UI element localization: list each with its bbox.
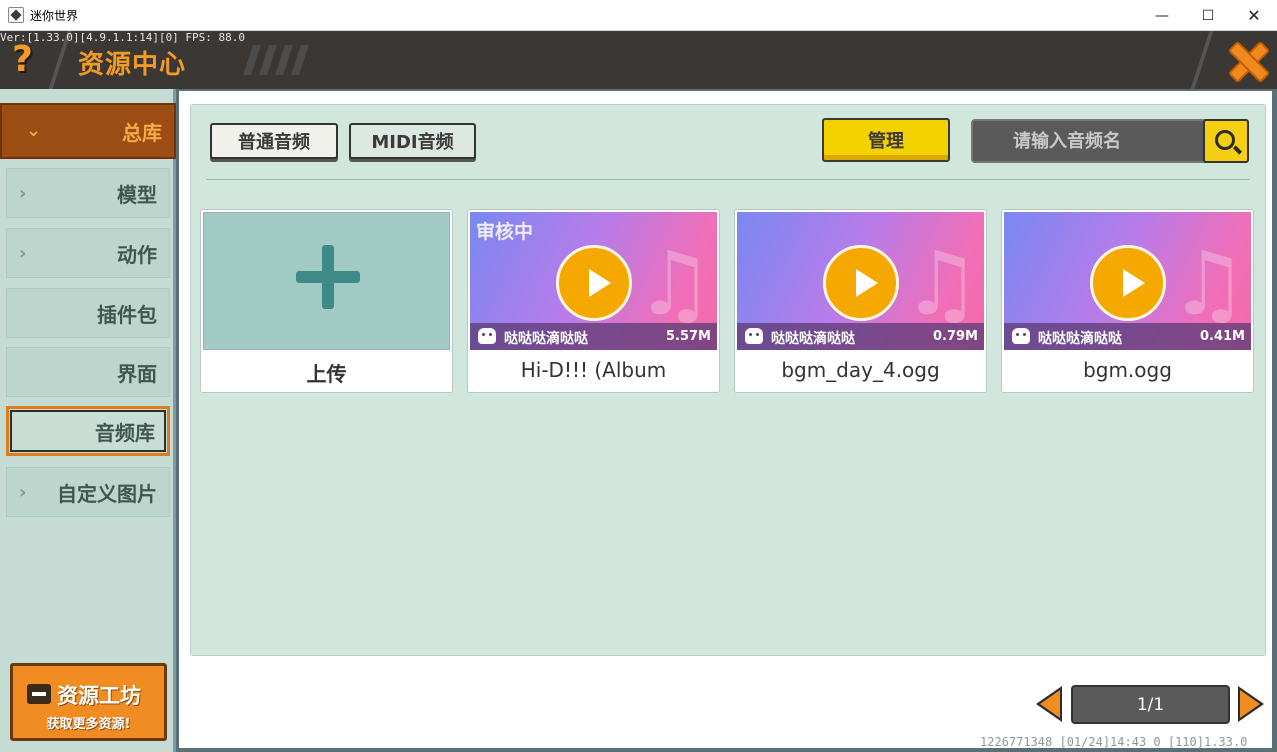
sidebar-item-label: 界面 [117, 361, 157, 386]
maximize-icon: ☐ [1201, 7, 1215, 24]
sidebar-item-label: 模型 [117, 182, 157, 207]
shop-icon [27, 684, 51, 704]
close-icon: ✕ [1247, 6, 1261, 25]
minimize-button[interactable]: — [1139, 0, 1185, 31]
card-name: bgm.ogg [1083, 358, 1172, 382]
sidebar-item-label: 插件包 [97, 302, 157, 327]
chevron-down-icon: ⌄ [26, 120, 42, 141]
play-button[interactable] [556, 245, 632, 321]
robot-icon [478, 328, 496, 344]
music-note-icon: ♫ [1169, 232, 1248, 335]
audio-card[interactable]: ♫ 哒哒哒滴哒哒 0.41M bgm.ogg [1001, 209, 1254, 393]
audio-thumbnail: ♫ 审核中 哒哒哒滴哒哒 5.57M [470, 212, 717, 350]
sidebar-item-audio[interactable]: 音频库 [6, 406, 170, 456]
workshop-title: 资源工坊 [57, 684, 141, 708]
robot-icon [1012, 328, 1030, 344]
audio-card[interactable]: ♫ 哒哒哒滴哒哒 0.79M bgm_day_4.ogg [734, 209, 987, 393]
resource-workshop-button[interactable]: 资源工坊 获取更多资源! [10, 663, 167, 741]
robot-icon [745, 328, 763, 344]
audio-thumbnail: ♫ 哒哒哒滴哒哒 0.79M [737, 212, 984, 350]
minimize-icon: — [1155, 7, 1169, 24]
header-divider [1190, 31, 1214, 89]
page-title: 资源中心 [78, 50, 187, 80]
card-name: Hi-D!!! (Album [520, 358, 667, 382]
sidebar-item-label: 动作 [117, 242, 157, 267]
sidebar-item-custom-images[interactable]: › 自定义图片 [6, 467, 170, 517]
upload-thumbnail [203, 212, 450, 350]
chevron-right-icon: › [19, 482, 27, 503]
play-button[interactable] [1090, 245, 1166, 321]
review-badge: 审核中 [476, 221, 534, 243]
window-titlebar: 迷你世界 — ☐ ✕ [0, 0, 1277, 31]
manage-button[interactable]: 管理 [822, 118, 950, 162]
sidebar-item-all[interactable]: ⌄ 总库 [0, 103, 176, 159]
play-button[interactable] [823, 245, 899, 321]
sidebar-item-ui[interactable]: 界面 [6, 347, 170, 397]
card-size: 0.41M [1199, 329, 1245, 344]
search-button[interactable] [1203, 119, 1249, 163]
music-note-icon: ♫ [902, 232, 981, 335]
sidebar-item-models[interactable]: › 模型 [6, 168, 170, 218]
card-author: 哒哒哒滴哒哒 [1038, 331, 1122, 347]
page-indicator: 1/1 [1071, 685, 1230, 724]
debug-info: Ver:[1.33.0][4.9.1.1:14][0] FPS: 88.0 [0, 31, 246, 44]
upload-card[interactable]: 上传 [200, 209, 453, 393]
sidebar-item-label: 音频库 [95, 420, 155, 445]
search-input[interactable] [971, 119, 1207, 163]
music-note-icon: ♫ [635, 232, 714, 335]
app-icon [8, 7, 24, 23]
header-decoration [243, 45, 309, 75]
sidebar-item-plugins[interactable]: 插件包 [6, 288, 170, 338]
card-size: 5.57M [665, 329, 711, 344]
chevron-right-icon: › [19, 183, 27, 204]
tab-normal-audio[interactable]: 普通音频 [210, 123, 338, 159]
chevron-right-icon: › [19, 243, 27, 264]
toolbar-divider [206, 179, 1250, 180]
sidebar-item-label: 自定义图片 [57, 481, 157, 506]
next-page-button[interactable] [1238, 686, 1264, 722]
sidebar-item-label: 总库 [122, 120, 162, 145]
help-button[interactable]: ? [12, 39, 33, 80]
workshop-subtitle: 获取更多资源! [46, 717, 131, 732]
card-name: 上传 [306, 362, 347, 386]
close-window-button[interactable]: ✕ [1231, 0, 1277, 31]
sidebar-item-actions[interactable]: › 动作 [6, 228, 170, 278]
close-page-button[interactable] [1224, 37, 1270, 83]
card-name: bgm_day_4.ogg [781, 358, 940, 382]
card-size: 0.79M [932, 329, 978, 344]
card-author: 哒哒哒滴哒哒 [771, 331, 855, 347]
card-author: 哒哒哒滴哒哒 [504, 331, 588, 347]
audio-thumbnail: ♫ 哒哒哒滴哒哒 0.41M [1004, 212, 1251, 350]
footer-info: 1226771348 [01/24]14:43 0 [110]1.33.0 [980, 735, 1248, 749]
window-title: 迷你世界 [30, 9, 79, 23]
tab-midi-audio[interactable]: MIDI音频 [349, 123, 476, 159]
maximize-button[interactable]: ☐ [1185, 0, 1231, 31]
audio-card[interactable]: ♫ 审核中 哒哒哒滴哒哒 5.57M Hi-D!!! (Album [467, 209, 720, 393]
plus-icon [296, 245, 360, 309]
prev-page-button[interactable] [1036, 686, 1062, 722]
